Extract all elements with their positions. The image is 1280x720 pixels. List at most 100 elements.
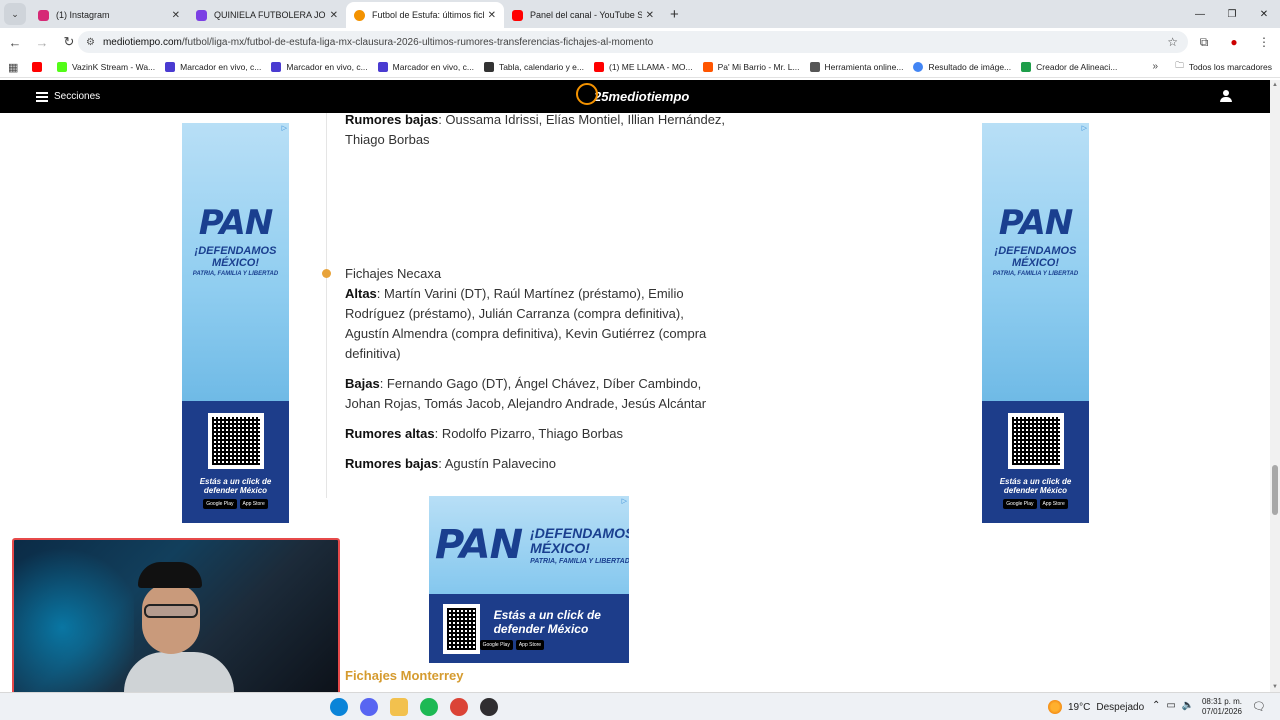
weather-widget[interactable]: 19°C Despejado xyxy=(1048,700,1144,714)
spotify-icon[interactable] xyxy=(420,698,438,716)
webcam-overlay xyxy=(12,538,340,713)
scroll-up-icon[interactable]: ▲ xyxy=(1272,82,1278,88)
clock-time: 08:31 p. m. xyxy=(1201,697,1242,706)
windows-taskbar: 19°C Despejado ⌃ ▭ 🔈 08:31 p. m. 07/01/2… xyxy=(0,692,1280,720)
tab-youtube-studio[interactable]: Panel del canal - YouTube Studio ✕ xyxy=(504,2,662,28)
mediotiempo-icon xyxy=(354,9,365,21)
bookmark-item[interactable]: Creador de Alineaci... xyxy=(1021,61,1118,72)
bookmark-item[interactable]: Resultado de imáge... xyxy=(913,61,1011,72)
system-tray: ⌃ ▭ 🔈 xyxy=(1152,700,1194,711)
tab-instagram[interactable]: (1) Instagram ✕ xyxy=(30,2,188,28)
toolbar-actions: ⧉ ● ⋮ xyxy=(1194,32,1274,52)
folder-icon: 🗀 xyxy=(1175,59,1184,70)
window-controls: — ❐ ✕ xyxy=(1184,0,1280,28)
page-scrollbar[interactable]: ▲ ▼ xyxy=(1270,80,1280,692)
extensions-icon[interactable]: ⧉ xyxy=(1194,32,1214,52)
hamburger-icon[interactable] xyxy=(36,91,48,102)
tab-label: QUINIELA FUTBOLERA JORNADA xyxy=(214,10,326,20)
user-icon[interactable] xyxy=(1220,90,1232,102)
bajas-paragraph: Bajas: Fernando Gago (DT), Ángel Chávez,… xyxy=(345,374,730,414)
notifications-icon[interactable]: 🗨 xyxy=(1252,700,1266,713)
background-light xyxy=(14,540,134,711)
show-hidden-icons-icon[interactable]: ⌃ xyxy=(1152,700,1160,711)
all-bookmarks-folder[interactable]: 🗀 Todos los marcadores xyxy=(1175,60,1272,74)
ad-top: PAN ¡DEFENDAMOS MÉXICO! PATRIA, FAMILIA … xyxy=(182,123,289,401)
file-explorer-icon[interactable] xyxy=(390,698,408,716)
restore-icon[interactable]: ❐ xyxy=(1216,0,1248,28)
apps-icon[interactable]: ▦ xyxy=(8,61,20,74)
close-tab-icon[interactable]: ✕ xyxy=(488,10,496,21)
forward-icon[interactable]: → xyxy=(30,30,54,54)
more-bookmarks-icon[interactable]: » xyxy=(1152,61,1158,72)
system-clock[interactable]: 08:31 p. m. 07/01/2026 xyxy=(1200,697,1242,717)
adchoices-icon[interactable]: ▷ xyxy=(1082,124,1087,132)
scroll-down-icon[interactable]: ▼ xyxy=(1272,684,1278,690)
bookmark-item[interactable]: Herramienta online... xyxy=(809,61,904,72)
site-logo[interactable]: 25mediotiempo xyxy=(576,83,690,107)
tool-icon xyxy=(809,61,820,72)
edge-icon[interactable] xyxy=(330,698,348,716)
bookmark-item[interactable]: Marcador en vivo, c... xyxy=(377,61,474,72)
adchoices-icon[interactable]: ▷ xyxy=(622,497,627,505)
value: : Martín Varini (DT), Raúl Martínez (pré… xyxy=(345,286,707,361)
bookmark-star-icon[interactable]: ☆ xyxy=(1167,35,1178,49)
address-bar[interactable]: ⚙ mediotiempo.com/futbol/liga-mx/futbol-… xyxy=(78,31,1188,53)
bookmark-item[interactable] xyxy=(32,61,47,72)
adchoices-icon[interactable]: ▷ xyxy=(282,124,287,132)
ad-bottom: Estás a un click de defender México Goog… xyxy=(182,401,289,523)
logo-text: 25mediotiempo xyxy=(594,88,690,104)
google-play-badge: Google Play xyxy=(203,499,237,509)
minimize-icon[interactable]: — xyxy=(1184,0,1216,28)
back-icon[interactable]: ← xyxy=(3,30,27,54)
tab-search-button[interactable]: ⌄ xyxy=(4,3,26,25)
ad-left-vertical[interactable]: ▷ PAN ¡DEFENDAMOS MÉXICO! PATRIA, FAMILI… xyxy=(182,123,289,523)
menu-icon[interactable]: ⋮ xyxy=(1254,32,1274,52)
sections-menu-button[interactable]: Secciones xyxy=(54,91,100,102)
network-icon[interactable]: ▭ xyxy=(1166,700,1175,711)
chrome-icon[interactable] xyxy=(450,698,468,716)
new-tab-icon[interactable]: + xyxy=(670,6,679,23)
site-info-icon[interactable]: ⚙ xyxy=(86,37,95,48)
ad-right-vertical[interactable]: ▷ PAN ¡DEFENDAMOS MÉXICO! PATRIA, FAMILI… xyxy=(982,123,1089,523)
obs-icon[interactable] xyxy=(480,698,498,716)
bookmark-label: Herramienta online... xyxy=(824,61,904,72)
google-play-badge: Google Play xyxy=(479,639,513,650)
value: : Rodolfo Pizarro, Thiago Borbas xyxy=(434,426,623,441)
profile-icon[interactable]: ● xyxy=(1224,32,1244,52)
timeline-line xyxy=(326,113,327,498)
bookmark-label: Marcador en vivo, c... xyxy=(180,61,262,72)
close-tab-icon[interactable]: ✕ xyxy=(646,10,654,21)
tab-mediotiempo[interactable]: Futbol de Estufa: últimos fichajes ✕ xyxy=(346,2,504,28)
ad-cta: Estás a un click de defender México xyxy=(493,607,601,636)
bookmark-item[interactable]: Marcador en vivo, c... xyxy=(165,61,262,72)
label: Rumores bajas xyxy=(345,456,439,471)
ad-brand: PAN xyxy=(198,203,274,243)
scrollbar-thumb[interactable] xyxy=(1272,465,1278,515)
tab-quiniela[interactable]: QUINIELA FUTBOLERA JORNADA ✕ xyxy=(188,2,346,28)
app-store-badges: Google Play App Store xyxy=(1003,499,1068,509)
team-heading-necaxa: Fichajes Necaxa xyxy=(345,266,442,281)
ad-cta: Estás a un click de defender México xyxy=(199,477,272,495)
volume-icon[interactable]: 🔈 xyxy=(1182,700,1194,711)
ad-inline-rectangle[interactable]: ▷ PAN ¡DEFENDAMOS MÉXICO! PATRIA, FAMILI… xyxy=(429,496,629,663)
close-tab-icon[interactable]: ✕ xyxy=(330,10,338,21)
bookmark-item[interactable]: Pa' Mi Barrio - Mr. L... xyxy=(702,61,800,72)
weather-condition: Despejado xyxy=(1096,701,1145,713)
youtube-icon xyxy=(32,61,42,72)
bookmark-item[interactable]: VazinK Stream - Wa... xyxy=(57,61,155,72)
tab-label: Panel del canal - YouTube Studio xyxy=(530,10,642,20)
label: Bajas xyxy=(345,376,380,391)
bookmark-label: Marcador en vivo, c... xyxy=(286,61,368,72)
clock-date: 07/01/2026 xyxy=(1201,707,1242,716)
close-window-icon[interactable]: ✕ xyxy=(1248,0,1280,28)
close-tab-icon[interactable]: ✕ xyxy=(172,10,180,21)
bookmark-label: (1) ME LLAMA - MO... xyxy=(609,61,693,72)
label: Rumores altas xyxy=(345,426,435,441)
bookmark-item[interactable]: (1) ME LLAMA - MO... xyxy=(594,61,693,72)
bookmark-label: Creador de Alineaci... xyxy=(1036,61,1118,72)
face xyxy=(142,584,200,654)
scores-icon xyxy=(165,61,176,72)
discord-icon[interactable] xyxy=(360,698,378,716)
bookmark-item[interactable]: Marcador en vivo, c... xyxy=(271,61,368,72)
bookmark-item[interactable]: Tabla, calendario y e... xyxy=(483,61,584,72)
